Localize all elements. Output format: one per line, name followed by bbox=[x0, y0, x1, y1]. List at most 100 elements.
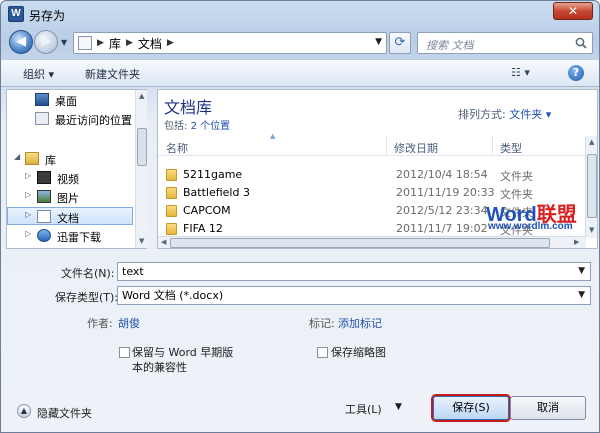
file-name: 5211game bbox=[183, 168, 243, 181]
sidebar-item-library[interactable]: ◢ 库 bbox=[7, 150, 133, 168]
sidebar-item-documents[interactable]: ▷ 文档 bbox=[7, 207, 133, 225]
hide-folders-label[interactable]: 隐藏文件夹 bbox=[37, 405, 92, 421]
save-button[interactable]: 保存(S) bbox=[433, 396, 509, 420]
folder-icon bbox=[166, 223, 177, 235]
help-icon[interactable]: ? bbox=[568, 65, 584, 81]
sidebar-item-label: 图片 bbox=[57, 192, 79, 205]
column-header-modified[interactable]: 修改日期 bbox=[394, 140, 438, 156]
author-field[interactable]: 胡俊 bbox=[118, 315, 140, 331]
column-header-type[interactable]: 类型 bbox=[500, 140, 522, 156]
file-modified: 2012/5/12 23:34 bbox=[396, 204, 488, 217]
recent-icon bbox=[35, 112, 49, 125]
scroll-right-icon[interactable]: ▶ bbox=[574, 238, 579, 246]
close-button[interactable]: ✕ bbox=[553, 2, 593, 20]
sidebar-item-recent[interactable]: 最近访问的位置 bbox=[7, 110, 133, 128]
column-header-name[interactable]: 名称 bbox=[166, 140, 188, 156]
back-button[interactable]: ◀ bbox=[9, 30, 33, 54]
filename-field[interactable]: text ▼ bbox=[117, 262, 591, 281]
hide-folders-toggle-icon[interactable]: ▲ bbox=[17, 404, 31, 418]
breadcrumb-library[interactable]: 库 bbox=[109, 35, 121, 52]
scrollbar-thumb[interactable] bbox=[587, 154, 597, 218]
filename-value: text bbox=[122, 265, 144, 278]
search-input[interactable]: 搜索 文档 bbox=[417, 32, 593, 54]
library-includes: 包括: 2 个位置 bbox=[164, 117, 230, 132]
library-title: 文档库 bbox=[164, 98, 213, 117]
compat-checkbox[interactable] bbox=[119, 347, 130, 358]
scrollbar-thumb[interactable] bbox=[137, 128, 147, 166]
expand-arrow-icon[interactable]: ▷ bbox=[25, 171, 31, 180]
column-headers: 名称 修改日期 类型 ▲ bbox=[158, 132, 586, 156]
command-toolbar: 组织 ▾ 新建文件夹 ☷ ▾ ? bbox=[1, 59, 599, 87]
recent-pages-dropdown-icon[interactable]: ▼ bbox=[61, 38, 67, 47]
file-name: Battlefield 3 bbox=[183, 186, 250, 199]
sidebar-item-label: 视频 bbox=[57, 173, 79, 186]
forward-button[interactable]: ▶ bbox=[34, 30, 58, 54]
filetype-label: 保存类型(T): bbox=[55, 291, 119, 304]
arrange-by: 排列方式: 文件夹 ▾ bbox=[458, 106, 551, 122]
expand-arrow-icon[interactable]: ▷ bbox=[25, 190, 31, 199]
file-list-vertical-scrollbar[interactable]: ▲ ▼ bbox=[585, 136, 597, 238]
cancel-button[interactable]: 取消 bbox=[510, 396, 586, 420]
arrange-by-label: 排列方式: bbox=[458, 108, 506, 121]
library-locations-link[interactable]: 2 个位置 bbox=[191, 121, 231, 132]
address-bar[interactable]: ▶ 库 ▶ 文档 ▶ ▼ bbox=[73, 32, 387, 54]
breadcrumb-documents[interactable]: 文档 bbox=[138, 35, 162, 52]
column-divider[interactable] bbox=[386, 136, 387, 156]
chevron-down-icon[interactable]: ▼ bbox=[395, 402, 402, 412]
library-icon bbox=[25, 152, 39, 165]
thumbnail-checkbox-label: 保存缩略图 bbox=[331, 346, 386, 359]
expand-arrow-icon[interactable]: ▷ bbox=[25, 210, 31, 219]
expand-arrow-icon[interactable]: ▷ bbox=[25, 229, 31, 238]
tags-label: 标记: bbox=[309, 317, 335, 330]
scroll-left-icon[interactable]: ◀ bbox=[161, 238, 166, 246]
tags-field[interactable]: 添加标记 bbox=[338, 315, 382, 331]
scroll-up-icon[interactable]: ▲ bbox=[139, 92, 144, 100]
video-icon bbox=[37, 171, 51, 184]
download-icon bbox=[37, 229, 51, 242]
filetype-value: Word 文档 (*.docx) bbox=[122, 289, 224, 302]
scrollbar-thumb[interactable] bbox=[170, 238, 550, 248]
navigation-pane: 桌面 最近访问的位置 ◢ 库 ▷ 视频 ▷ 图片 ▷ 文档 ▷ 迅雷下载 ▲ ▼ bbox=[6, 89, 147, 249]
sidebar-item-label: 桌面 bbox=[55, 95, 77, 108]
scroll-up-icon[interactable]: ▲ bbox=[589, 138, 594, 146]
view-options-icon[interactable]: ☷ ▾ bbox=[511, 66, 530, 79]
filename-label: 文件名(N): bbox=[61, 267, 115, 280]
folder-icon bbox=[166, 169, 177, 181]
sidebar-item-label: 最近访问的位置 bbox=[55, 114, 132, 127]
sidebar-item-thunder-download[interactable]: ▷ 迅雷下载 bbox=[7, 227, 133, 245]
file-name: CAPCOM bbox=[183, 204, 231, 217]
breadcrumb-separator-icon[interactable]: ▶ bbox=[126, 38, 133, 48]
file-list-horizontal-scrollbar[interactable]: ◀ ▶ bbox=[158, 236, 586, 248]
organize-menu[interactable]: 组织 ▾ bbox=[23, 66, 54, 82]
watermark-url: www.wordlm.com bbox=[488, 221, 573, 232]
sidebar-item-video[interactable]: ▷ 视频 bbox=[7, 169, 133, 187]
thumbnail-checkbox[interactable] bbox=[317, 347, 328, 358]
navigation-scrollbar[interactable]: ▲ ▼ bbox=[135, 90, 147, 248]
file-modified: 2012/10/4 18:54 bbox=[396, 168, 488, 181]
compat-checkbox-label: 保留与 Word 早期版 本的兼容性 bbox=[132, 346, 234, 374]
address-dropdown-icon[interactable]: ▼ bbox=[375, 37, 382, 47]
desktop-icon bbox=[35, 93, 49, 106]
arrange-by-dropdown[interactable]: 文件夹 ▾ bbox=[509, 108, 551, 121]
scroll-down-icon[interactable]: ▼ bbox=[139, 237, 144, 245]
breadcrumb-separator-icon[interactable]: ▶ bbox=[97, 38, 104, 48]
chevron-down-icon[interactable]: ▼ bbox=[578, 287, 585, 304]
collapse-arrow-icon[interactable]: ◢ bbox=[14, 152, 20, 161]
folder-icon bbox=[166, 187, 177, 199]
picture-icon bbox=[37, 190, 51, 203]
column-divider[interactable] bbox=[492, 136, 493, 156]
new-folder-button[interactable]: 新建文件夹 bbox=[85, 66, 140, 82]
file-row[interactable]: 5211game 2012/10/4 18:54 文件夹 bbox=[158, 166, 586, 184]
file-modified: 2011/11/7 19:02 bbox=[396, 222, 488, 235]
sidebar-item-pictures[interactable]: ▷ 图片 bbox=[7, 188, 133, 206]
sidebar-item-desktop[interactable]: 桌面 bbox=[7, 91, 133, 109]
filetype-select[interactable]: Word 文档 (*.docx) ▼ bbox=[117, 286, 591, 305]
breadcrumb-separator-icon[interactable]: ▶ bbox=[167, 38, 174, 48]
refresh-button[interactable]: ⟳ bbox=[389, 32, 411, 54]
chevron-down-icon[interactable]: ▼ bbox=[578, 263, 585, 280]
search-icon[interactable] bbox=[575, 37, 587, 49]
search-placeholder: 搜索 文档 bbox=[426, 39, 474, 52]
tools-menu[interactable]: 工具(L) bbox=[345, 401, 382, 417]
scroll-down-icon[interactable]: ▼ bbox=[589, 226, 594, 234]
word-app-icon: W bbox=[8, 6, 24, 22]
